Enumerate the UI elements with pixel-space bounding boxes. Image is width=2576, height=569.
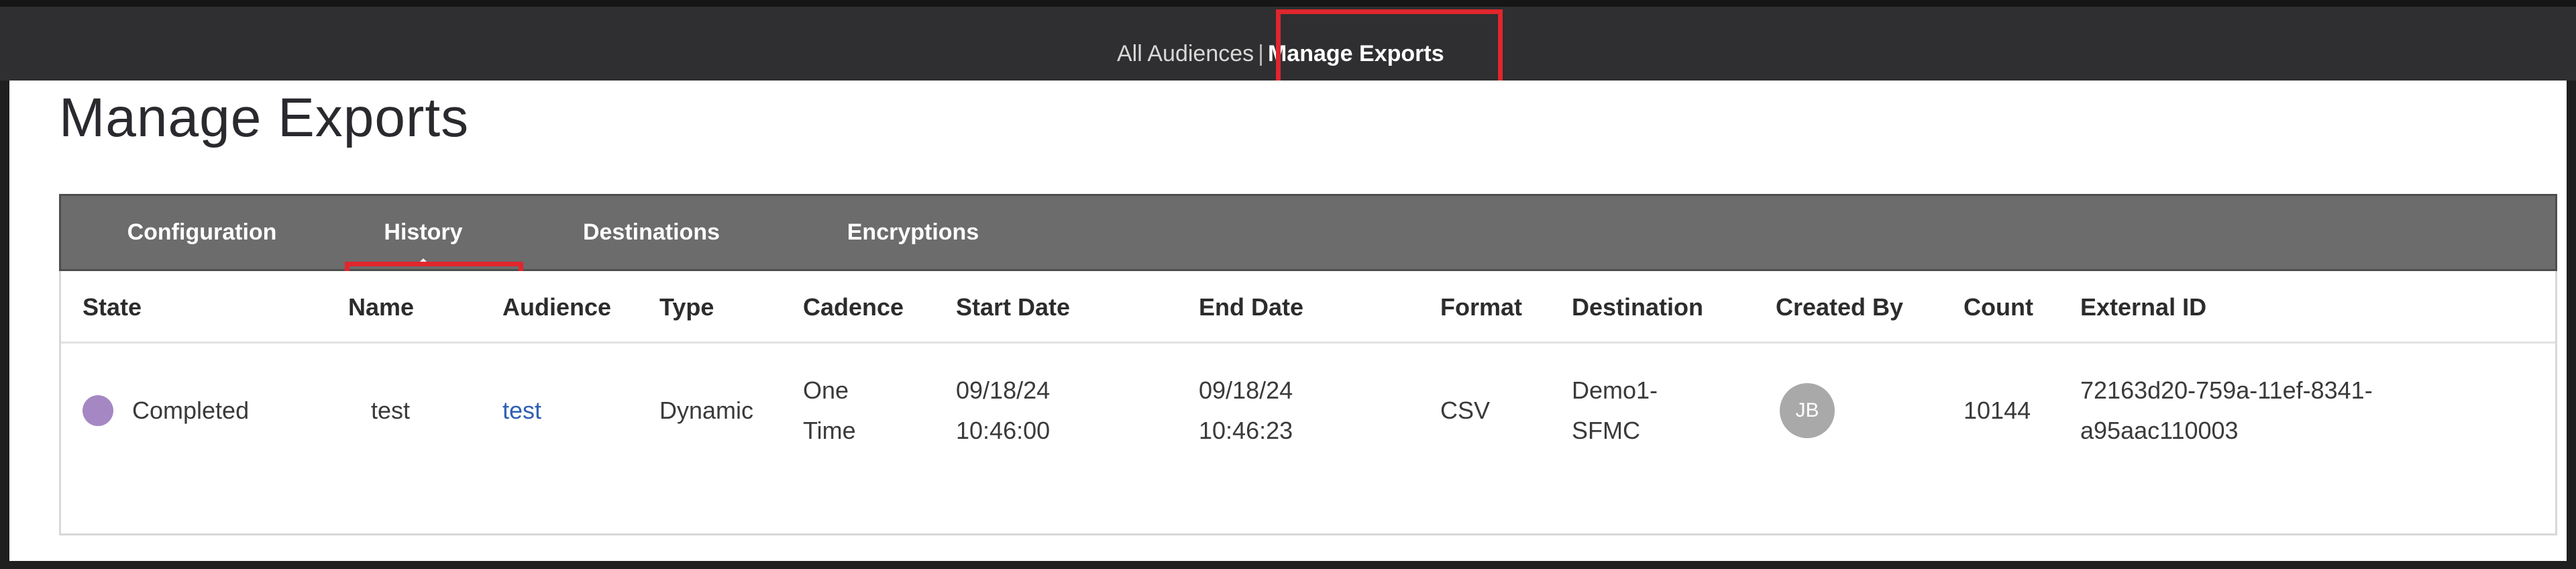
column-header-count[interactable]: Count bbox=[1964, 271, 2033, 344]
exports-history-table: State Name Audience Type Cadence Start D… bbox=[59, 271, 2557, 535]
tab-history[interactable]: History bbox=[343, 196, 504, 269]
page-title: Manage Exports bbox=[59, 87, 470, 148]
cell-external-id: 72163d20-759a-11ef-8341- a95aac110003 bbox=[2080, 344, 2373, 478]
audience-link[interactable]: test bbox=[502, 391, 541, 431]
cell-created-by: JB bbox=[1776, 344, 1835, 478]
column-header-name[interactable]: Name bbox=[348, 271, 414, 344]
cell-state: Completed bbox=[83, 344, 249, 478]
tab-configuration[interactable]: Configuration bbox=[101, 196, 303, 269]
tabs-bar: Configuration History Destinations Encry… bbox=[59, 194, 2557, 271]
cell-name: test bbox=[371, 397, 411, 424]
right-edge bbox=[2567, 81, 2576, 569]
column-header-destination[interactable]: Destination bbox=[1572, 271, 1703, 344]
external-id-line-2: a95aac110003 bbox=[2080, 417, 2239, 444]
status-dot-icon bbox=[83, 395, 113, 426]
tab-encryptions[interactable]: Encryptions bbox=[806, 196, 1020, 269]
bottom-edge bbox=[0, 561, 2576, 569]
breadcrumb-all-audiences[interactable]: All Audiences bbox=[1117, 41, 1254, 67]
tab-destinations[interactable]: Destinations bbox=[537, 196, 765, 269]
cell-cadence: One Time bbox=[803, 344, 856, 478]
destination-line-2: SFMC bbox=[1572, 417, 1640, 444]
cadence-line-2: Time bbox=[803, 417, 856, 444]
tab-label: Destinations bbox=[582, 219, 720, 245]
column-header-format[interactable]: Format bbox=[1440, 271, 1522, 344]
column-header-end-date[interactable]: End Date bbox=[1199, 271, 1303, 344]
column-header-cadence[interactable]: Cadence bbox=[803, 271, 904, 344]
avatar[interactable]: JB bbox=[1780, 383, 1835, 438]
column-header-audience[interactable]: Audience bbox=[502, 271, 611, 344]
external-id-line-1: 72163d20-759a-11ef-8341- bbox=[2080, 376, 2373, 404]
end-time-value: 10:46:23 bbox=[1199, 417, 1293, 444]
cell-count: 10144 bbox=[1964, 397, 2031, 424]
end-date-value: 09/18/24 bbox=[1199, 376, 1293, 404]
cell-destination: Demo1- SFMC bbox=[1572, 344, 1658, 478]
tab-label: Encryptions bbox=[847, 219, 979, 245]
screen: All Audiences | Manage Exports Manage Ex… bbox=[0, 0, 2576, 569]
column-header-external-id[interactable]: External ID bbox=[2080, 271, 2206, 344]
cell-end-date: 09/18/24 10:46:23 bbox=[1199, 344, 1293, 478]
state-text: Completed bbox=[132, 397, 250, 424]
breadcrumb-separator: | bbox=[1258, 40, 1264, 66]
column-header-start-date[interactable]: Start Date bbox=[956, 271, 1070, 344]
start-date-value: 09/18/24 bbox=[956, 376, 1051, 404]
destination-line-1: Demo1- bbox=[1572, 376, 1658, 404]
cell-audience: test bbox=[502, 344, 541, 478]
highlight-box-breadcrumb bbox=[1276, 9, 1503, 89]
tab-label: History bbox=[384, 219, 463, 245]
start-time-value: 10:46:00 bbox=[956, 417, 1051, 444]
cell-format: CSV bbox=[1440, 397, 1491, 424]
cell-type: Dynamic bbox=[659, 397, 754, 424]
cadence-line-1: One bbox=[803, 376, 849, 404]
table-row[interactable]: Completed test test Dynamic One Time 09/… bbox=[61, 344, 2555, 478]
column-header-state[interactable]: State bbox=[83, 271, 142, 344]
column-header-created-by[interactable]: Created By bbox=[1776, 271, 1903, 344]
table-header: State Name Audience Type Cadence Start D… bbox=[61, 271, 2555, 344]
tab-label: Configuration bbox=[127, 219, 277, 245]
column-header-type[interactable]: Type bbox=[659, 271, 714, 344]
cell-start-date: 09/18/24 10:46:00 bbox=[956, 344, 1050, 478]
